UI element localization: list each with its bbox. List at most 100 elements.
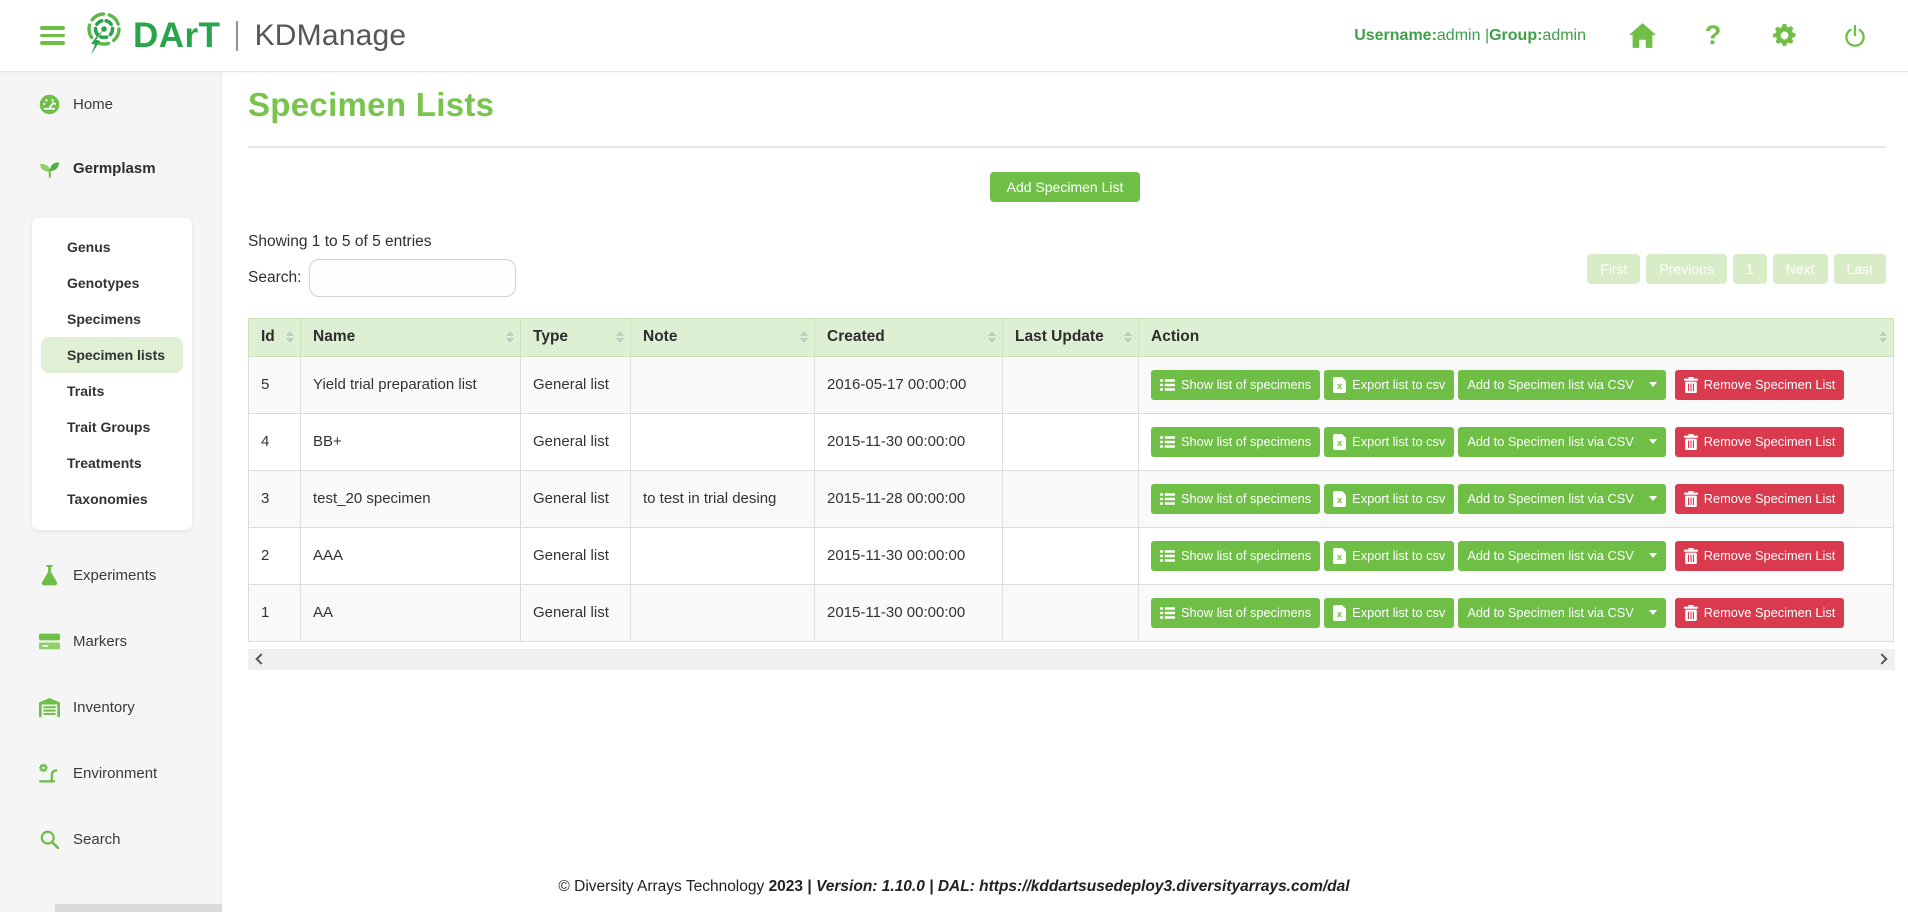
caret-down-icon xyxy=(1649,553,1657,558)
export-list-to-csv-button[interactable]: x Export list to csv xyxy=(1324,598,1454,628)
power-icon[interactable] xyxy=(1840,21,1870,51)
sidebar-scrollbar[interactable] xyxy=(55,904,222,912)
excel-file-icon: x xyxy=(1333,377,1346,393)
home-icon[interactable] xyxy=(1627,21,1657,51)
sort-icon xyxy=(800,331,808,343)
user-area: Username:admin |Group:admin ? xyxy=(1354,21,1880,51)
remove-specimen-list-button[interactable]: Remove Specimen List xyxy=(1675,484,1845,514)
dashboard-icon xyxy=(38,94,60,115)
footer: © Diversity Arrays Technology 2023 | Ver… xyxy=(0,878,1908,896)
add-specimen-list-button[interactable]: Add Specimen List xyxy=(990,172,1141,202)
submenu-item-label: Treatments xyxy=(67,455,142,471)
footer-dal: DAL: https://kddartsusedeploy3.diversity… xyxy=(938,878,1350,895)
remove-specimen-list-button[interactable]: Remove Specimen List xyxy=(1675,427,1845,457)
excel-file-icon: x xyxy=(1333,434,1346,450)
page-title: Specimen Lists xyxy=(248,86,1908,124)
trash-icon xyxy=(1684,491,1698,507)
cell-created: 2015-11-30 00:00:00 xyxy=(815,413,1003,470)
svg-text:x: x xyxy=(1337,495,1343,506)
hamburger-icon[interactable] xyxy=(40,26,65,44)
excel-file-icon: x xyxy=(1333,605,1346,621)
cell-name: Yield trial preparation list xyxy=(301,356,521,413)
pagination: FirstPrevious1NextLast xyxy=(1587,254,1886,284)
export-list-to-csv-button[interactable]: x Export list to csv xyxy=(1324,484,1454,514)
scroll-left-icon[interactable] xyxy=(255,654,266,665)
column-header-note[interactable]: Note xyxy=(631,318,815,356)
cell-id: 3 xyxy=(249,470,301,527)
column-header-created[interactable]: Created xyxy=(815,318,1003,356)
seedling-icon xyxy=(38,158,60,179)
specimen-lists-table: Id Name Type Note Created Last Update Ac… xyxy=(248,318,1894,642)
column-header-id[interactable]: Id xyxy=(249,318,301,356)
cell-name: test_20 specimen xyxy=(301,470,521,527)
sidebar-item-search[interactable]: Search xyxy=(0,821,221,857)
cell-last-update xyxy=(1003,413,1139,470)
sidebar-item-genus[interactable]: Genus xyxy=(41,229,183,265)
column-header-name[interactable]: Name xyxy=(301,318,521,356)
cell-action: Show list of specimens x Export list to … xyxy=(1139,584,1894,641)
sidebar-item-specimens[interactable]: Specimens xyxy=(41,301,183,337)
user-info: Username:admin |Group:admin xyxy=(1354,27,1586,45)
title-divider xyxy=(248,146,1886,148)
show-list-of-specimens-button[interactable]: Show list of specimens xyxy=(1151,541,1320,571)
sidebar-item-markers[interactable]: Markers xyxy=(0,623,221,659)
add-to-specimen-list-via-csv-button[interactable]: Add to Specimen list via CSV xyxy=(1458,484,1665,514)
add-to-specimen-list-via-csv-button[interactable]: Add to Specimen list via CSV xyxy=(1458,370,1665,400)
footer-copyright: © Diversity Arrays Technology xyxy=(558,878,764,895)
sidebar-item-treatments[interactable]: Treatments xyxy=(41,445,183,481)
sidebar-item-germplasm[interactable]: Germplasm xyxy=(0,150,221,186)
cell-note xyxy=(631,527,815,584)
add-to-specimen-list-via-csv-button[interactable]: Add to Specimen list via CSV xyxy=(1458,598,1665,628)
show-list-of-specimens-button[interactable]: Show list of specimens xyxy=(1151,427,1320,457)
sidebar-item-specimen-lists[interactable]: Specimen lists xyxy=(41,337,183,373)
horizontal-scrollbar[interactable] xyxy=(248,649,1895,670)
remove-specimen-list-button[interactable]: Remove Specimen List xyxy=(1675,598,1845,628)
column-header-last-update[interactable]: Last Update xyxy=(1003,318,1139,356)
remove-specimen-list-button[interactable]: Remove Specimen List xyxy=(1675,541,1845,571)
cell-id: 4 xyxy=(249,413,301,470)
sort-icon xyxy=(286,331,294,343)
gear-icon[interactable] xyxy=(1769,21,1799,51)
sidebar-item-experiments[interactable]: Experiments xyxy=(0,557,221,593)
sidebar-item-traits[interactable]: Traits xyxy=(41,373,183,409)
column-header-action[interactable]: Action xyxy=(1139,318,1894,356)
sidebar-item-home[interactable]: Home xyxy=(0,86,221,122)
show-list-of-specimens-button[interactable]: Show list of specimens xyxy=(1151,598,1320,628)
svg-text:x: x xyxy=(1337,552,1343,563)
pagination-next[interactable]: Next xyxy=(1773,254,1828,284)
scroll-right-icon[interactable] xyxy=(1876,654,1887,665)
column-header-type[interactable]: Type xyxy=(521,318,631,356)
add-to-specimen-list-via-csv-button[interactable]: Add to Specimen list via CSV xyxy=(1458,541,1665,571)
cell-type: General list xyxy=(521,527,631,584)
sidebar-item-environment[interactable]: Environment xyxy=(0,755,221,791)
excel-file-icon: x xyxy=(1333,548,1346,564)
sort-icon xyxy=(1879,331,1887,343)
sidebar-item-inventory[interactable]: Inventory xyxy=(0,689,221,725)
add-to-specimen-list-via-csv-button[interactable]: Add to Specimen list via CSV xyxy=(1458,427,1665,457)
search-input[interactable] xyxy=(309,259,516,297)
sidebar-item-taxonomies[interactable]: Taxonomies xyxy=(41,481,183,517)
caret-down-icon xyxy=(1649,496,1657,501)
product-name: KDManage xyxy=(255,19,407,53)
show-list-of-specimens-button[interactable]: Show list of specimens xyxy=(1151,370,1320,400)
pagination-previous[interactable]: Previous xyxy=(1646,254,1726,284)
cell-created: 2015-11-28 00:00:00 xyxy=(815,470,1003,527)
footer-separator: | xyxy=(929,878,933,895)
export-list-to-csv-button[interactable]: x Export list to csv xyxy=(1324,370,1454,400)
remove-specimen-list-button[interactable]: Remove Specimen List xyxy=(1675,370,1845,400)
export-list-to-csv-button[interactable]: x Export list to csv xyxy=(1324,541,1454,571)
help-icon[interactable]: ? xyxy=(1698,21,1728,51)
sidebar-item-genotypes[interactable]: Genotypes xyxy=(41,265,183,301)
cell-note xyxy=(631,584,815,641)
sidebar-item-trait-groups[interactable]: Trait Groups xyxy=(41,409,183,445)
pagination-1[interactable]: 1 xyxy=(1733,254,1767,284)
cell-action: Show list of specimens x Export list to … xyxy=(1139,527,1894,584)
pagination-first[interactable]: First xyxy=(1587,254,1640,284)
cell-last-update xyxy=(1003,584,1139,641)
trash-icon xyxy=(1684,548,1698,564)
show-list-of-specimens-button[interactable]: Show list of specimens xyxy=(1151,484,1320,514)
cell-action: Show list of specimens x Export list to … xyxy=(1139,413,1894,470)
sort-icon xyxy=(1124,331,1132,343)
export-list-to-csv-button[interactable]: x Export list to csv xyxy=(1324,427,1454,457)
pagination-last[interactable]: Last xyxy=(1834,254,1886,284)
